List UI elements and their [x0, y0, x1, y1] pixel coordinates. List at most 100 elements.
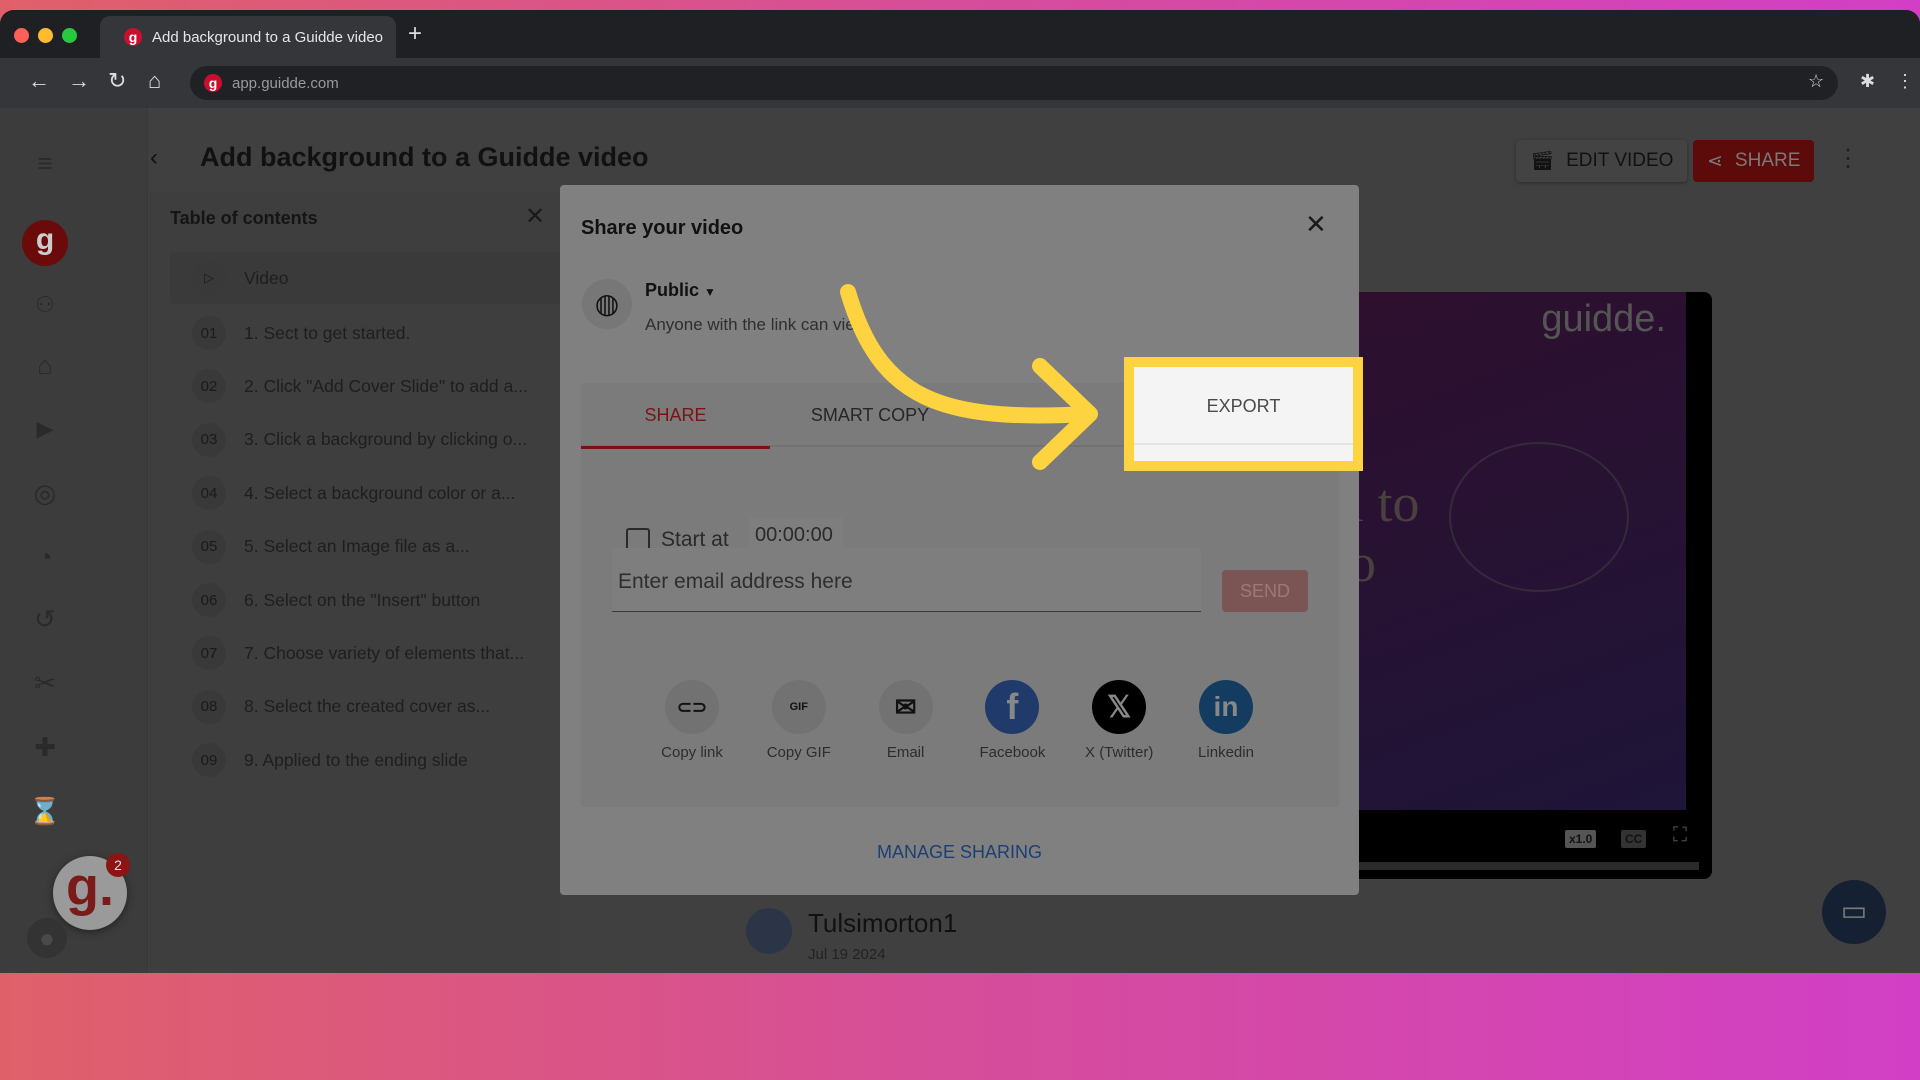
- edit-video-label: EDIT VIDEO: [1566, 150, 1674, 171]
- close-toc-icon[interactable]: ✕: [525, 202, 545, 231]
- share-button[interactable]: ⋖ SHARE: [1693, 140, 1815, 182]
- playback-speed-button[interactable]: x1.0: [1565, 830, 1597, 848]
- toc-item[interactable]: 09 9. Applied to the ending slide: [170, 737, 560, 783]
- share-option-label: X (Twitter): [1085, 744, 1154, 761]
- share-option-facebook[interactable]: f Facebook: [957, 680, 1067, 761]
- add-user-icon[interactable]: ⚇: [28, 288, 62, 322]
- step-label: 8. Select the created cover as...: [244, 696, 491, 717]
- captions-button[interactable]: CC: [1621, 830, 1647, 848]
- progress-bar[interactable]: [1359, 862, 1699, 870]
- toc-item[interactable]: 01 1. Sect to get started.: [170, 310, 560, 356]
- tab-share[interactable]: SHARE: [581, 383, 770, 449]
- tab-smart-copy[interactable]: SMART COPY: [770, 383, 970, 447]
- chat-support-button[interactable]: ▭: [1822, 880, 1886, 944]
- share-option-mail[interactable]: ✉ Email: [851, 680, 961, 761]
- clapperboard-icon: 🎬︎: [1530, 151, 1555, 172]
- bookmark-star-icon[interactable]: ☆: [1808, 71, 1824, 92]
- url-text: app.guidde.com: [232, 74, 339, 92]
- toc-title: Table of contents: [170, 208, 318, 228]
- step-number: 05: [192, 529, 226, 564]
- extensions-icon[interactable]: ✱: [1860, 71, 1875, 92]
- trash-clock-icon[interactable]: ⌛: [28, 794, 62, 828]
- visibility-dropdown[interactable]: Public ▼: [645, 280, 716, 301]
- x-icon: 𝕏: [1092, 680, 1147, 734]
- user-avatar[interactable]: ●: [27, 918, 67, 958]
- workspace-logo[interactable]: g: [22, 220, 68, 266]
- maximize-window-button[interactable]: [62, 28, 77, 43]
- share-icon: ⋖: [1707, 150, 1723, 172]
- step-label: 1. Sect to get started.: [244, 322, 411, 343]
- facebook-icon: f: [985, 680, 1040, 734]
- history-icon[interactable]: ↺: [28, 602, 62, 636]
- manage-sharing-link[interactable]: MANAGE SHARING: [560, 842, 1359, 863]
- gif-icon: GIF: [771, 680, 826, 734]
- dialog-title: Share your video: [581, 217, 744, 239]
- spaces-icon[interactable]: ◎: [28, 476, 62, 510]
- send-button[interactable]: SEND: [1222, 570, 1308, 612]
- step-number: 01: [192, 316, 226, 350]
- visibility-description: Anyone with the link can view: [645, 315, 868, 334]
- author-avatar: [746, 908, 792, 954]
- globe-icon: ◍: [582, 279, 632, 329]
- tab-title: Add background to a Guidde video: [152, 28, 383, 46]
- email-input[interactable]: Enter email address here: [612, 548, 1201, 612]
- tab-export[interactable]: EXPORT: [1134, 367, 1353, 445]
- tab-bar: g Add background to a Guidde video +: [0, 10, 1920, 58]
- more-options-icon[interactable]: ⋮: [1836, 144, 1860, 173]
- step-label: 9. Applied to the ending slide: [244, 749, 468, 770]
- toc-item[interactable]: 05 5. Select an Image file as a...: [170, 524, 560, 570]
- toc-item[interactable]: 02 2. Click "Add Cover Slide" to add a...: [170, 363, 560, 409]
- share-option-x[interactable]: 𝕏 X (Twitter): [1064, 680, 1174, 761]
- toc-item[interactable]: 08 8. Select the created cover as...: [170, 684, 560, 730]
- step-number: 07: [192, 636, 226, 671]
- hamburger-menu-icon[interactable]: ≡: [28, 146, 62, 180]
- share-option-gif[interactable]: GIF Copy GIF: [744, 680, 854, 761]
- toc-item[interactable]: 07 7. Choose variety of elements that...: [170, 630, 560, 676]
- share-label: SHARE: [1734, 150, 1801, 171]
- fullscreen-icon[interactable]: ⛶: [1673, 824, 1687, 847]
- share-option-label: Facebook: [979, 744, 1046, 761]
- share-option-label: Copy GIF: [766, 744, 831, 761]
- video-player[interactable]: guidde. l to o x1.0 CC ⛶: [1349, 292, 1712, 879]
- toc-item[interactable]: 06 6. Select on the "Insert" button: [170, 577, 560, 623]
- reload-icon[interactable]: ↻: [108, 68, 126, 94]
- tools-icon[interactable]: ✂: [28, 666, 62, 700]
- integrations-puzzle-icon[interactable]: ✚: [28, 730, 62, 764]
- share-option-label: Email: [886, 744, 925, 761]
- toc-item[interactable]: 04 4. Select a background color or a...: [170, 470, 560, 516]
- minimize-window-button[interactable]: [38, 28, 53, 43]
- forward-icon[interactable]: →: [68, 68, 90, 94]
- play-icon: ▷: [192, 261, 226, 295]
- back-icon[interactable]: ←: [28, 68, 50, 94]
- browser-menu-icon[interactable]: ⋮: [1896, 71, 1914, 92]
- video-date: Jul 19 2024: [808, 946, 886, 963]
- home-icon[interactable]: ⌂: [148, 68, 161, 94]
- back-button[interactable]: ‹: [150, 144, 158, 172]
- step-label: 4. Select a background color or a...: [244, 482, 516, 503]
- close-dialog-icon[interactable]: ✕: [1305, 209, 1327, 240]
- step-number: 09: [192, 743, 226, 778]
- video-frame: guidde. l to o: [1349, 292, 1686, 810]
- step-label: 6. Select on the "Insert" button: [244, 589, 481, 610]
- videos-icon[interactable]: ▶: [28, 412, 62, 446]
- toc-video-item[interactable]: ▷ Video: [170, 252, 560, 304]
- home-nav-icon[interactable]: ⌂: [28, 348, 62, 382]
- slide-text: l to: [1349, 473, 1420, 533]
- new-tab-button[interactable]: +: [408, 20, 422, 48]
- mail-icon: ✉: [878, 680, 933, 734]
- close-window-button[interactable]: [14, 28, 29, 43]
- toc-item[interactable]: 03 3. Click a background by clicking o...: [170, 417, 560, 463]
- visibility-value: Public: [645, 280, 700, 300]
- share-dialog: Share your video ✕ ◍ Public ▼ Anyone wit…: [560, 185, 1359, 895]
- table-of-contents: Table of contents ✕ ▷ Video 01 1. Sect to …: [150, 192, 560, 972]
- step-label: 2. Click "Add Cover Slide" to add a...: [244, 375, 528, 396]
- address-bar[interactable]: g app.guidde.com: [190, 66, 1838, 100]
- left-nav-rail: ≡ g ⚇ ⌂ ▶ ◎ ◔ ↺ ✂ ✚ ⌛ g. 2 ●: [0, 108, 148, 973]
- share-option-linkedin[interactable]: in Linkedin: [1171, 680, 1281, 761]
- caret-down-icon: ▼: [704, 285, 716, 299]
- edit-video-button[interactable]: 🎬︎ EDIT VIDEO: [1516, 140, 1688, 182]
- share-option-link[interactable]: ⊂⊃ Copy link: [637, 680, 747, 761]
- browser-tab[interactable]: g Add background to a Guidde video: [100, 16, 396, 58]
- analytics-icon[interactable]: ◔: [28, 540, 62, 574]
- step-number: 02: [192, 369, 226, 404]
